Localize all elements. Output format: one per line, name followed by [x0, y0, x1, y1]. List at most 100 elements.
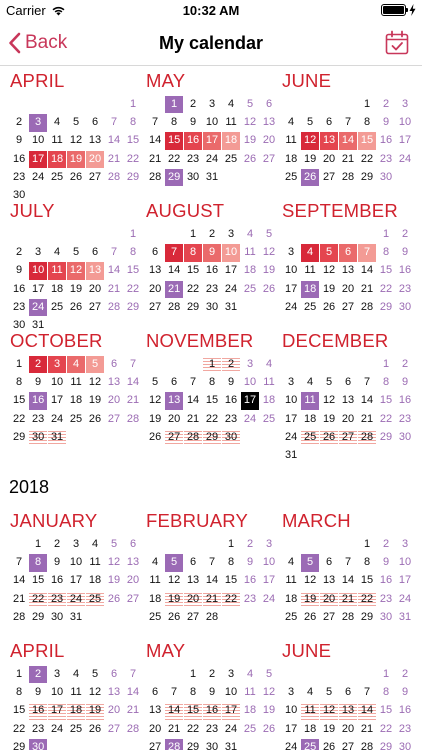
day-cell[interactable]: 14: [339, 572, 357, 589]
day-cell[interactable]: 1: [164, 96, 184, 114]
day-cell[interactable]: 13: [260, 114, 278, 131]
day-cell[interactable]: 23: [222, 411, 240, 428]
day-cell[interactable]: 10: [396, 114, 414, 131]
day-cell[interactable]: 14: [338, 132, 358, 150]
day-cell[interactable]: 13: [105, 684, 123, 701]
day-cell[interactable]: 17: [282, 411, 300, 428]
day-cell[interactable]: 1: [124, 226, 142, 243]
day-cell[interactable]: 9: [10, 262, 28, 279]
day-cell[interactable]: 10: [241, 374, 259, 391]
day-cell[interactable]: 5: [67, 244, 85, 261]
day-cell[interactable]: 21: [358, 281, 376, 298]
day-cell[interactable]: 13: [339, 262, 357, 279]
day-cell[interactable]: 7: [124, 666, 142, 683]
day-cell[interactable]: 23: [396, 721, 414, 738]
day-cell[interactable]: 31: [203, 169, 221, 186]
day-cell[interactable]: 2: [241, 536, 259, 553]
day-cell[interactable]: 29: [10, 739, 28, 750]
day-cell[interactable]: 1: [377, 666, 395, 683]
day-cell[interactable]: 19: [85, 702, 105, 720]
day-cell[interactable]: 23: [377, 151, 395, 168]
day-cell[interactable]: 29: [164, 168, 184, 187]
day-cell[interactable]: 1: [377, 356, 395, 373]
day-cell[interactable]: 10: [48, 684, 66, 701]
day-cell[interactable]: 2: [396, 226, 414, 243]
day-cell[interactable]: 4: [301, 374, 319, 391]
day-cell[interactable]: 30: [28, 428, 48, 447]
day-cell[interactable]: 24: [260, 591, 278, 608]
day-cell[interactable]: 17: [222, 262, 240, 279]
day-cell[interactable]: 10: [28, 262, 48, 280]
day-cell[interactable]: 15: [184, 262, 202, 279]
day-cell[interactable]: 19: [260, 262, 278, 279]
day-cell[interactable]: 22: [184, 721, 202, 738]
day-cell[interactable]: 22: [357, 590, 377, 608]
day-cell[interactable]: 18: [260, 392, 278, 409]
day-cell[interactable]: 14: [357, 702, 377, 720]
day-cell[interactable]: 11: [282, 132, 300, 149]
day-cell[interactable]: 22: [184, 281, 202, 298]
day-cell[interactable]: 19: [301, 151, 319, 168]
day-cell[interactable]: 27: [320, 609, 338, 626]
day-cell[interactable]: 20: [319, 590, 339, 608]
day-cell[interactable]: 19: [146, 411, 164, 428]
day-cell[interactable]: 29: [377, 739, 395, 750]
day-cell[interactable]: 24: [282, 299, 300, 316]
day-cell[interactable]: 18: [47, 150, 67, 168]
day-cell[interactable]: 30: [377, 609, 395, 626]
day-cell[interactable]: 3: [396, 536, 414, 553]
day-cell[interactable]: 7: [105, 244, 123, 261]
day-cell[interactable]: 1: [184, 666, 202, 683]
day-cell[interactable]: 8: [377, 684, 395, 701]
day-cell[interactable]: 13: [124, 554, 142, 571]
day-cell[interactable]: 18: [282, 151, 300, 168]
day-cell[interactable]: 14: [124, 374, 142, 391]
day-cell[interactable]: 16: [203, 262, 221, 279]
day-cell[interactable]: 10: [48, 374, 66, 391]
day-cell[interactable]: 18: [241, 262, 259, 279]
day-cell[interactable]: 2: [48, 536, 66, 553]
day-cell[interactable]: 10: [67, 554, 85, 571]
day-cell[interactable]: 19: [67, 281, 85, 298]
day-cell[interactable]: 13: [184, 572, 202, 589]
day-cell[interactable]: 9: [203, 684, 221, 701]
day-cell[interactable]: 25: [241, 721, 259, 738]
day-cell[interactable]: 30: [203, 299, 221, 316]
day-cell[interactable]: 12: [67, 132, 85, 149]
day-cell[interactable]: 1: [222, 536, 240, 553]
day-cell[interactable]: 21: [184, 411, 202, 428]
day-cell[interactable]: 11: [300, 392, 320, 410]
day-cell[interactable]: 11: [48, 132, 66, 149]
day-cell[interactable]: 30: [221, 428, 241, 447]
day-cell[interactable]: 23: [29, 411, 47, 428]
day-cell[interactable]: 18: [48, 281, 66, 298]
day-cell[interactable]: 27: [124, 591, 142, 608]
day-cell[interactable]: 11: [67, 374, 85, 391]
day-cell[interactable]: 8: [377, 374, 395, 391]
day-cell[interactable]: 8: [358, 554, 376, 571]
day-cell[interactable]: 12: [260, 244, 278, 261]
day-cell[interactable]: 12: [241, 114, 259, 131]
day-cell[interactable]: 6: [320, 554, 338, 571]
day-cell[interactable]: 19: [105, 572, 123, 589]
day-cell[interactable]: 10: [282, 262, 300, 279]
day-cell[interactable]: 21: [105, 281, 123, 298]
day-cell[interactable]: 31: [222, 739, 240, 750]
day-cell[interactable]: 12: [319, 702, 339, 720]
day-cell[interactable]: 17: [282, 281, 300, 298]
day-cell[interactable]: 25: [282, 169, 300, 186]
day-cell[interactable]: 10: [260, 554, 278, 571]
day-cell[interactable]: 24: [396, 591, 414, 608]
day-cell[interactable]: 15: [10, 702, 28, 719]
day-cell[interactable]: 27: [86, 169, 104, 186]
day-cell[interactable]: 13: [320, 572, 338, 589]
day-cell[interactable]: 20: [105, 392, 123, 409]
day-cell[interactable]: 12: [66, 262, 86, 280]
day-cell[interactable]: 28: [124, 411, 142, 428]
day-cell[interactable]: 4: [300, 244, 320, 262]
day-cell[interactable]: 10: [282, 392, 300, 409]
day-cell[interactable]: 1: [29, 536, 47, 553]
day-cell[interactable]: 30: [377, 169, 395, 186]
day-cell[interactable]: 7: [165, 684, 183, 701]
day-cell[interactable]: 17: [240, 392, 260, 410]
